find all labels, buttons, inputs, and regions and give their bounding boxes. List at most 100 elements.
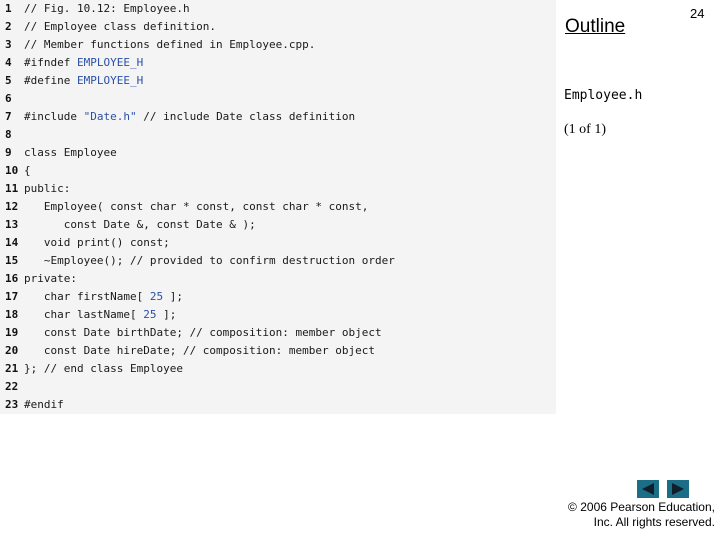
code-token: public: [24,182,71,195]
line-number: 16 [5,272,19,285]
code-line: 16 private: [0,270,556,288]
code-token: ~Employee(); // provided to confirm dest… [24,254,395,267]
code-listing: 1 // Fig. 10.12: Employee.h 2 // Employee c… [0,0,556,414]
code-text: void print() const; [24,234,170,252]
code-token: #include [24,110,84,123]
code-line: 20 const Date hireDate; // composition: … [0,342,556,360]
triangle-left-icon [642,483,654,495]
code-token: ]; [163,290,183,303]
code-token: Employee( const char * const, const char… [24,200,369,213]
code-text: // Member functions defined in Employee.… [24,36,315,54]
code-line: 5 #define EMPLOYEE_H [0,72,556,90]
code-line: 1 // Fig. 10.12: Employee.h [0,0,556,18]
page-number: 24 [690,6,705,21]
code-line: 3 // Member functions defined in Employee… [0,36,556,54]
line-number: 6 [5,92,12,105]
code-text: }; // end class Employee [24,360,183,378]
code-line: 2 // Employee class definition. [0,18,556,36]
line-number: 5 [5,74,12,87]
copyright-notice: © 2006 Pearson Education, Inc. All right… [568,500,715,530]
code-text: char firstName[ 25 ]; [24,288,183,306]
code-token: "Date.h" [83,110,137,123]
code-text: #include "Date.h" // include Date class … [24,108,355,126]
line-number: 23 [5,398,19,411]
code-line: 4 #ifndef EMPLOYEE_H [0,54,556,72]
code-text: const Date &, const Date & ); [24,216,256,234]
line-number: 1 [5,2,12,15]
code-line: 22 [0,378,556,396]
code-token: // include Date class definition [136,110,356,123]
code-token: void print() const; [24,236,170,249]
code-token: EMPLOYEE_H [76,74,144,87]
code-line: 13 const Date &, const Date & ); [0,216,556,234]
code-text: class Employee [24,144,117,162]
line-number: 15 [5,254,19,267]
code-line: 18 char lastName[ 25 ]; [0,306,556,324]
line-number: 7 [5,110,12,123]
code-token: #ifndef [24,56,77,69]
code-token: class Employee [24,146,117,159]
page-count: (1 of 1) [564,122,606,137]
triangle-right-icon [672,483,684,495]
code-token: // Employee class definition. [24,20,217,33]
file-name: Employee.h [564,88,643,103]
code-line: 9 class Employee [0,144,556,162]
code-line: 23 #endif [0,396,556,414]
line-number: 17 [5,290,19,303]
code-text: #ifndef EMPLOYEE_H [24,54,143,72]
code-line: 12 Employee( const char * const, const c… [0,198,556,216]
line-number: 8 [5,128,12,141]
code-text: { [24,162,31,180]
code-token: char firstName[ [24,290,150,303]
code-text: // Fig. 10.12: Employee.h [24,0,190,18]
code-line: 6 [0,90,556,108]
next-slide-button[interactable] [667,480,689,498]
code-line: 11 public: [0,180,556,198]
code-text: #define EMPLOYEE_H [24,72,143,90]
outline-link[interactable]: Outline [565,16,625,38]
copyright-line-1: © 2006 Pearson Education, [568,500,715,514]
code-token: ]; [156,308,177,321]
code-token: // Fig. 10.12: Employee.h [24,2,190,15]
code-line: 7 #include "Date.h" // include Date class… [0,108,556,126]
code-text: #endif [24,396,64,414]
code-text: private: [24,270,77,288]
code-token: // Member functions defined in Employee.… [24,38,316,51]
line-number: 12 [5,200,19,213]
line-number: 13 [5,218,19,231]
line-number: 14 [5,236,19,249]
code-line: 15 ~Employee(); // provided to confirm d… [0,252,556,270]
line-number: 11 [5,182,19,195]
code-token: 25 [149,290,164,303]
code-line: 10 { [0,162,556,180]
copyright-line-2: Inc. All rights reserved. [593,515,715,529]
code-text: ~Employee(); // provided to confirm dest… [24,252,395,270]
code-text: char lastName[ 25 ]; [24,306,176,324]
code-token: 25 [143,308,157,321]
code-text: Employee( const char * const, const char… [24,198,369,216]
line-number: 19 [5,326,19,339]
line-number: 10 [5,164,19,177]
code-token: #define [24,74,77,87]
code-text: const Date hireDate; // composition: mem… [24,342,375,360]
code-text: const Date birthDate; // composition: me… [24,324,382,342]
code-token: { [24,164,31,177]
code-text: public: [24,180,70,198]
line-number: 9 [5,146,12,159]
line-number: 2 [5,20,12,33]
line-number: 18 [5,308,19,321]
code-token: private: [24,272,77,285]
code-line: 14 void print() const; [0,234,556,252]
line-number: 21 [5,362,19,375]
code-line: 19 const Date birthDate; // composition:… [0,324,556,342]
code-token: char lastName[ [24,308,144,321]
code-token: const Date &, const Date & ); [24,218,256,231]
line-number: 22 [5,380,19,393]
line-number: 20 [5,344,19,357]
line-number: 3 [5,38,12,51]
code-token: }; // end class Employee [24,362,183,375]
previous-slide-button[interactable] [637,480,659,498]
code-token: EMPLOYEE_H [76,56,144,69]
code-token: const Date birthDate; // composition: me… [24,326,382,339]
code-text: // Employee class definition. [24,18,216,36]
